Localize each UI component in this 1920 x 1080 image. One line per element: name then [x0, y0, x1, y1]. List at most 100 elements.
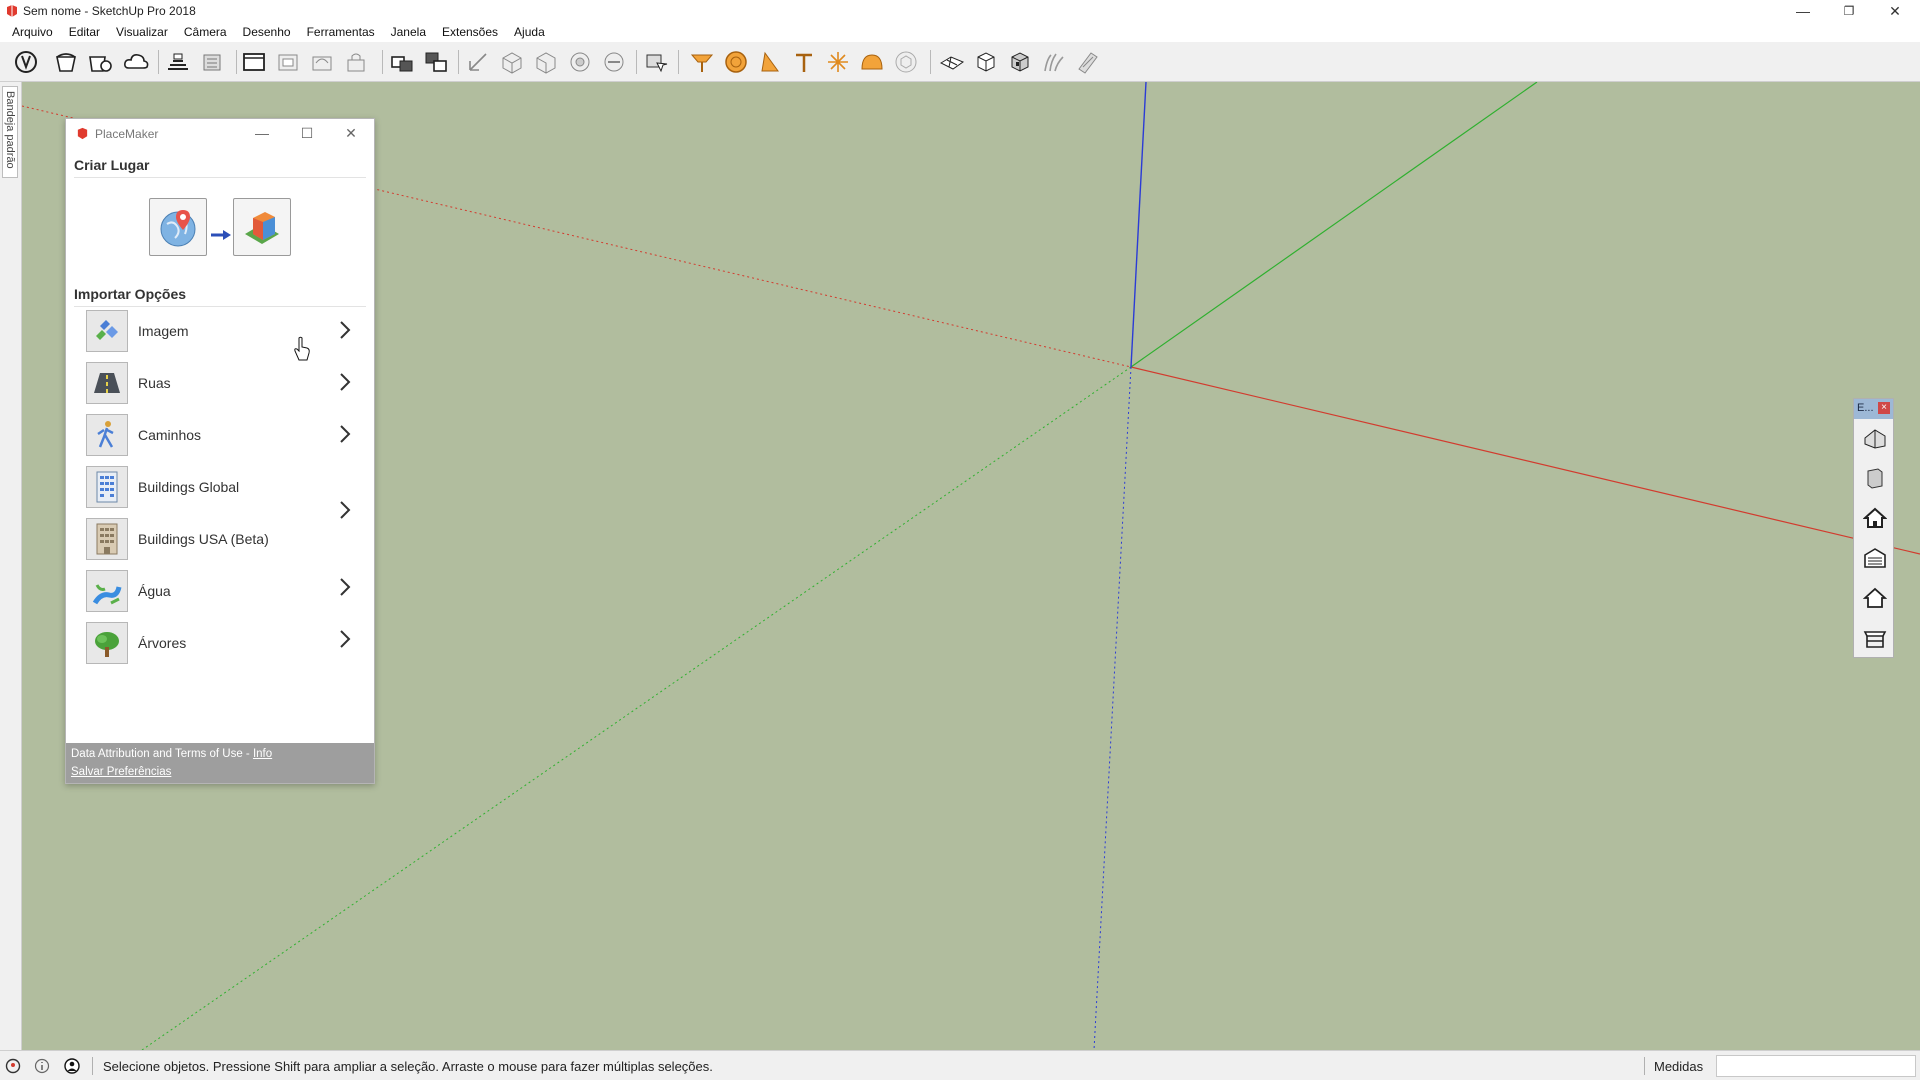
chevron-right-icon[interactable]: [337, 577, 353, 597]
menu-janela[interactable]: Janela: [383, 25, 434, 39]
status-separator: [92, 1057, 93, 1075]
right-view-icon[interactable]: [566, 48, 594, 76]
option-label: Ruas: [138, 375, 171, 391]
default-tray-label: Bandeja padrão: [4, 91, 16, 169]
measurements-input[interactable]: [1716, 1055, 1916, 1077]
option-label: Buildings Global: [138, 479, 240, 495]
option-buildings-global[interactable]: Buildings Global: [86, 465, 356, 509]
extension-toolbar-header[interactable]: E... ×: [1854, 399, 1893, 419]
send-to-layout-icon[interactable]: [274, 48, 302, 76]
box-icon[interactable]: [972, 48, 1000, 76]
building-icon: [86, 466, 128, 508]
top-view-icon[interactable]: [498, 48, 526, 76]
menu-arquivo[interactable]: Arquivo: [4, 25, 61, 39]
axes-icon[interactable]: [824, 48, 852, 76]
create-place-heading: Criar Lugar: [74, 157, 150, 173]
house-outline-icon[interactable]: [1863, 586, 1887, 610]
minimize-button[interactable]: —: [1780, 0, 1826, 22]
green-axis-positive: [1130, 82, 1538, 368]
box-outline-icon[interactable]: [892, 48, 920, 76]
globe-pin-icon: [160, 210, 196, 247]
warehouse-icon[interactable]: [164, 48, 192, 76]
circle-icon[interactable]: [722, 48, 750, 76]
iso-view-icon[interactable]: [464, 48, 492, 76]
placemaker-close-button[interactable]: ✕: [340, 123, 362, 143]
chevron-right-icon[interactable]: [337, 320, 353, 340]
placemaker-maximize-button[interactable]: ☐: [296, 123, 318, 143]
sketchup-logo-icon: [7, 5, 17, 17]
placemaker-minimize-button[interactable]: —: [251, 123, 273, 143]
home-icon[interactable]: [1863, 506, 1887, 530]
user-account-icon[interactable]: [64, 1058, 80, 1074]
option-imagem[interactable]: Imagem: [86, 309, 356, 353]
status-bar: Selecione objetos. Pressione Shift para …: [0, 1050, 1920, 1080]
tape-measure-icon[interactable]: [790, 48, 818, 76]
menu-extensoes[interactable]: Extensões: [434, 25, 506, 39]
chevron-right-icon[interactable]: [337, 372, 353, 392]
option-arvores[interactable]: Árvores: [86, 621, 356, 665]
house-3d-icon[interactable]: [1863, 426, 1887, 450]
info-icon[interactable]: [34, 1058, 50, 1074]
option-ruas[interactable]: Ruas: [86, 361, 356, 405]
layout-icon[interactable]: [240, 48, 268, 76]
sandbox-icon[interactable]: [938, 48, 966, 76]
main-toolbar: [0, 42, 1920, 82]
carport-icon[interactable]: [1863, 626, 1887, 650]
cloud-icon[interactable]: [122, 48, 150, 76]
road-icon: [86, 362, 128, 404]
location-globe-button[interactable]: [149, 198, 207, 256]
select-arrow-icon[interactable]: [12, 48, 40, 76]
component-icon[interactable]: [86, 48, 114, 76]
style-icon[interactable]: [308, 48, 336, 76]
toolbar-separator: [158, 50, 159, 74]
toolbar-separator: [930, 50, 931, 74]
close-button[interactable]: ✕: [1872, 0, 1918, 22]
chevron-right-icon[interactable]: [337, 500, 353, 520]
pan-icon[interactable]: [422, 48, 450, 76]
option-label: Caminhos: [138, 427, 202, 443]
sphere-icon[interactable]: [858, 48, 886, 76]
front-view-icon[interactable]: [532, 48, 560, 76]
back-view-icon[interactable]: [600, 48, 628, 76]
menu-ferramentas[interactable]: Ferramentas: [299, 25, 383, 39]
panel-icon[interactable]: [1863, 466, 1887, 490]
info-link[interactable]: Info: [253, 748, 272, 760]
toolbar-separator: [382, 50, 383, 74]
lock-icon[interactable]: [342, 48, 370, 76]
smoove-icon[interactable]: [1074, 48, 1102, 76]
menu-editar[interactable]: Editar: [61, 25, 108, 39]
hand-cursor-icon: [294, 336, 310, 361]
option-label: Água: [138, 583, 171, 599]
push-pull-icon[interactable]: [688, 48, 716, 76]
chevron-right-icon[interactable]: [337, 629, 353, 649]
protractor-icon[interactable]: [756, 48, 784, 76]
extension-toolbar-close-button[interactable]: ×: [1878, 402, 1890, 414]
grass-icon[interactable]: [1040, 48, 1068, 76]
menu-camera[interactable]: Câmera: [176, 25, 235, 39]
attribution-text: Data Attribution and Terms of Use -: [71, 748, 250, 760]
left-tray: Bandeja padrão: [0, 82, 22, 1050]
option-caminhos[interactable]: Caminhos: [86, 413, 356, 457]
menu-ajuda[interactable]: Ajuda: [506, 25, 553, 39]
save-preferences-link[interactable]: Salvar Preferências: [71, 766, 171, 778]
menu-desenho[interactable]: Desenho: [235, 25, 299, 39]
orbit-icon[interactable]: [388, 48, 416, 76]
menu-visualizar[interactable]: Visualizar: [108, 25, 176, 39]
placemaker-titlebar[interactable]: PlaceMaker — ☐ ✕: [66, 119, 374, 147]
paint-bucket-icon[interactable]: [52, 48, 80, 76]
arrow-right-icon: [211, 230, 231, 240]
section-divider: [74, 306, 366, 307]
chevron-right-icon[interactable]: [337, 424, 353, 444]
garage-icon[interactable]: [1863, 546, 1887, 570]
box-detail-icon[interactable]: [1006, 48, 1034, 76]
build-place-button[interactable]: [233, 198, 291, 256]
camera-icon[interactable]: [642, 48, 670, 76]
option-agua[interactable]: Água: [86, 569, 356, 613]
status-separator: [1644, 1057, 1645, 1075]
default-tray-tab[interactable]: Bandeja padrão: [2, 86, 18, 178]
restore-button[interactable]: ❐: [1826, 0, 1872, 22]
option-buildings-usa[interactable]: Buildings USA (Beta): [86, 517, 356, 561]
geo-location-icon[interactable]: [5, 1058, 21, 1074]
extension-warehouse-icon[interactable]: [198, 48, 226, 76]
option-label: Buildings USA (Beta): [138, 531, 269, 547]
